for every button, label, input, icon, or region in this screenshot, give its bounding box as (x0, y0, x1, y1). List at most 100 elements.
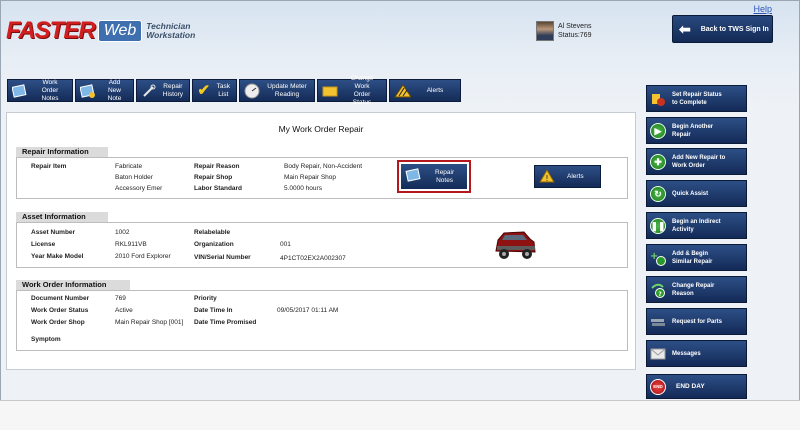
asset-number-label: Asset Number (31, 229, 76, 236)
vehicle-image (495, 231, 536, 259)
work-order-notes-button[interactable]: Work Order Notes (7, 79, 73, 102)
begin-another-repair-button[interactable]: ▶ Begin Another Repair (646, 117, 747, 144)
end-day-button[interactable]: END END DAY (646, 374, 747, 399)
repair-notes-label: Repair (435, 168, 455, 176)
begin-indirect-activity-button[interactable]: ❚❚ Begin an Indirect Activity (646, 212, 747, 239)
add-begin-similar-repair-button[interactable]: + Add & Begin Similar Repair (646, 244, 747, 271)
toolbar-label: Notes (41, 94, 59, 102)
asset-number-value: 1002 (115, 229, 130, 236)
change-repair-reason-button[interactable]: ? Change Repair Reason (646, 276, 747, 303)
action-label: Begin Another (672, 123, 714, 130)
toolbar-label: Task (216, 82, 230, 90)
back-button-label: Back to TWS Sign In (700, 25, 769, 33)
work-order-status-value: Active (115, 307, 133, 314)
repair-alerts-button[interactable]: ! Alerts (534, 165, 601, 188)
labor-standard-label: Labor Standard (194, 185, 243, 192)
year-make-model-value: 2010 Ford Explorer (115, 253, 171, 260)
plus-icon: ✚ (650, 153, 666, 170)
repair-reason-value: Body Repair, Non-Accident (284, 163, 363, 170)
action-label: Quick Assist (672, 190, 709, 197)
wrench-icon (140, 82, 158, 99)
vin-value: 4P1CT02EX2A002307 (280, 255, 346, 262)
action-label: Begin an Indirect (672, 218, 721, 225)
repair-item-label: Repair Item (31, 163, 67, 170)
toolbar-label: Work Order (41, 78, 59, 94)
meter-icon (243, 82, 261, 99)
action-label: to Complete (672, 99, 707, 106)
update-meter-reading-button[interactable]: Update Meter Reading (239, 79, 315, 102)
alerts-toolbar-button[interactable]: Alerts (389, 79, 461, 102)
add-new-note-button[interactable]: Add New Note (75, 79, 134, 102)
arrow-left-icon: ⬅ (679, 20, 691, 37)
section-heading: Work Order Information (16, 280, 130, 290)
labor-standard-value: 5.0000 hours (284, 185, 322, 192)
change-work-order-status-button[interactable]: Change Work Order Status (317, 75, 387, 106)
repair-shop-value: Main Repair Shop (284, 174, 337, 181)
date-time-in-value: 09/05/2017 01:11 AM (277, 307, 339, 314)
help-link[interactable]: Help (753, 4, 772, 14)
work-order-repair-panel: My Work Order Repair Repair Information … (6, 112, 636, 370)
back-to-sign-in-button[interactable]: ⬅ Back to TWS Sign In (672, 15, 773, 43)
action-label: Work Order (672, 162, 705, 169)
toolbar-label: Repair (163, 82, 183, 90)
license-value: RKL911VB (115, 241, 147, 248)
action-label: Add New Repair to (672, 154, 726, 161)
action-label: Change Repair (672, 282, 715, 289)
notebook-icon (405, 168, 423, 185)
work-order-shop-value: Main Repair Shop [001] (115, 319, 184, 326)
quick-assist-button[interactable]: ↻ Quick Assist (646, 180, 747, 207)
toolbar-label: Add New (107, 78, 121, 94)
refresh-icon: ↻ (650, 185, 666, 202)
date-time-promised-label: Date Time Promised (194, 319, 257, 326)
pause-icon: ❚❚ (650, 217, 666, 234)
add-new-repair-button[interactable]: ✚ Add New Repair to Work Order (646, 148, 747, 175)
svg-text:?: ? (658, 291, 662, 298)
action-label: Request for Parts (672, 318, 723, 325)
date-time-in-label: Date Time In (194, 307, 233, 314)
faster-web-logo: FASTER Web Technician Workstation (6, 17, 195, 44)
folder-icon (321, 82, 339, 99)
relabelable-label: Relabelable (194, 229, 231, 236)
footer-strip (0, 400, 800, 430)
action-label: END DAY (676, 382, 705, 390)
toolbar-label: Order Status (352, 90, 372, 106)
symptom-label: Symptom (31, 336, 61, 343)
add-begin-icon: + (650, 250, 666, 266)
repair-item-value: Baton Holder (115, 174, 153, 181)
set-repair-complete-button[interactable]: Set Repair Status to Complete (646, 85, 747, 112)
messages-button[interactable]: Messages (646, 340, 747, 367)
toolbar-label: Update Meter (267, 82, 307, 90)
toolbar-label: Change Work (350, 74, 374, 90)
section-heading: Repair Information (16, 147, 108, 157)
action-label: Repair (672, 131, 691, 138)
alerts-label: Alerts (567, 173, 584, 180)
task-list-button[interactable]: ✔ Task List (192, 79, 237, 102)
parts-icon (650, 314, 666, 330)
notebook-icon (11, 82, 29, 99)
user-text: Al Stevens Status:769 (558, 22, 591, 40)
toolbar-label: History (162, 90, 183, 98)
section-heading: Asset Information (16, 212, 108, 222)
repair-history-button[interactable]: Repair History (136, 79, 190, 102)
hazard-icon (393, 82, 411, 99)
repair-notes-label: Notes (436, 176, 454, 184)
work-order-information-section: Work Order Information Document Number 7… (16, 280, 628, 351)
repair-item-value: Fabricate (115, 163, 143, 170)
repair-reason-label: Repair Reason (194, 163, 240, 170)
logo-subtitle-line2: Workstation (146, 30, 196, 40)
request-for-parts-button[interactable]: Request for Parts (646, 308, 747, 335)
svg-text:!: ! (545, 174, 548, 183)
year-make-model-label: Year Make Model (31, 253, 84, 260)
action-label: Activity (672, 226, 694, 233)
asset-information-section: Asset Information Asset Number 1002 Rela… (16, 212, 628, 268)
document-number-value: 769 (115, 295, 126, 302)
action-label: Similar Repair (672, 258, 713, 265)
user-info: Al Stevens Status:769 (536, 21, 591, 41)
repair-notes-button[interactable]: Repair Notes (397, 160, 471, 193)
organization-value: 001 (280, 241, 291, 248)
logo-subtitle: Technician Workstation (146, 22, 195, 40)
complete-status-icon (650, 91, 666, 107)
work-order-status-label: Work Order Status (31, 307, 89, 314)
action-label: Reason (672, 290, 694, 297)
toolbar-label: Reading (274, 90, 300, 98)
